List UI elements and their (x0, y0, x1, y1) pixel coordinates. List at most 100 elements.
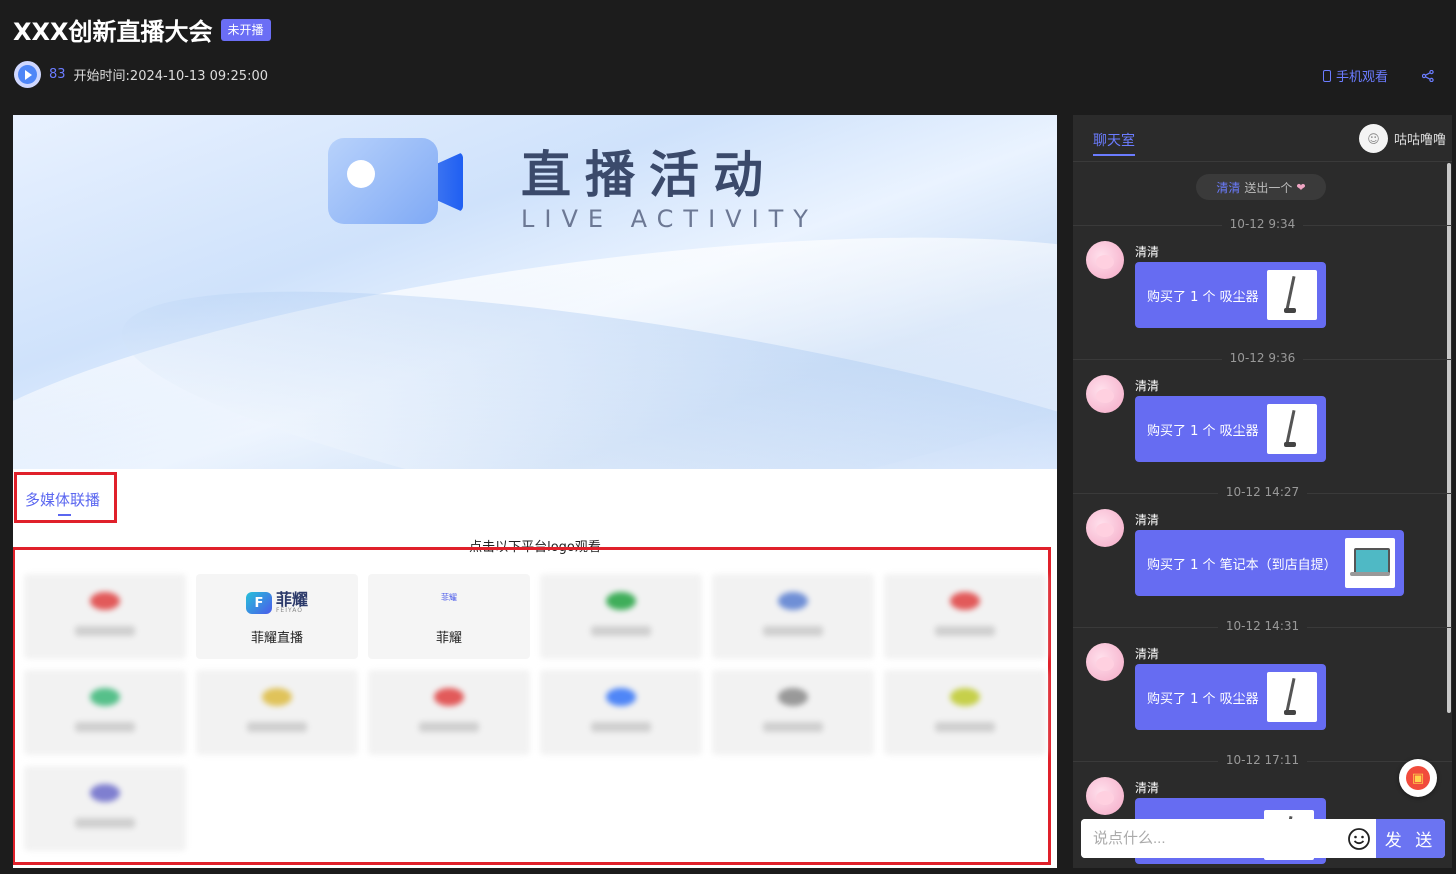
share-icon[interactable] (1422, 69, 1434, 82)
gift-icon: ▣ (1406, 766, 1430, 790)
platform-logo-icon (606, 592, 636, 610)
message-time-text: 10-12 9:34 (1221, 217, 1304, 231)
meta-row: 83 开始时间:2024-10-13 09:25:00 (14, 61, 268, 88)
tab-multimedia[interactable]: 多媒体联播 (14, 472, 117, 523)
platform-logo-icon (262, 688, 292, 706)
purchase-text: 购买了 1 个 吸尘器 (1147, 691, 1259, 707)
platform-logo-text: 菲耀 (441, 593, 457, 602)
chat-input[interactable] (1081, 819, 1342, 858)
mobile-watch-button[interactable]: 手机观看 (1322, 66, 1388, 85)
message-time-text: 10-12 17:11 (1217, 753, 1308, 767)
message-time-text: 10-12 9:36 (1221, 351, 1304, 365)
product-image[interactable] (1266, 404, 1317, 454)
platform-logo-icon (606, 688, 636, 706)
platform-name-placeholder (591, 722, 651, 732)
platform-tile[interactable] (540, 574, 702, 659)
message-time: 10-12 14:31 (1073, 619, 1452, 633)
platform-logo-icon (778, 688, 808, 706)
tab-chatroom[interactable]: 聊天室 (1093, 130, 1135, 150)
mobile-watch-label: 手机观看 (1335, 70, 1388, 85)
platform-name-placeholder (75, 626, 135, 636)
message-sender: 清清 (1135, 781, 1160, 795)
platform-logo-icon (950, 688, 980, 706)
platform-tile[interactable] (24, 766, 186, 851)
platform-tile[interactable] (24, 574, 186, 659)
platform-grid: F 菲耀 FEIYAO 菲耀直播 菲耀 菲耀 (13, 547, 1051, 865)
platform-name-placeholder (591, 626, 651, 636)
platform-name-placeholder (75, 818, 135, 828)
platform-tile[interactable] (884, 670, 1046, 755)
product-image[interactable] (1344, 538, 1395, 588)
gift-sender: 清清 (1216, 180, 1241, 195)
platform-logo-icon: 菲耀 (368, 592, 530, 603)
platform-tile[interactable] (24, 670, 186, 755)
live-banner: 直播活动 LIVE ACTIVITY (13, 115, 1057, 469)
tab-underline (58, 514, 71, 516)
platform-name-placeholder (419, 722, 479, 732)
video-camera-icon (328, 138, 465, 226)
platform-name-placeholder (935, 722, 995, 732)
viewer-count: 83 (49, 67, 66, 82)
divider (1073, 161, 1452, 162)
platform-logo-icon (950, 592, 980, 610)
platform-name-placeholder (935, 626, 995, 636)
avatar: ☺ (1358, 124, 1388, 153)
message-time: 10-12 9:36 (1073, 351, 1452, 365)
start-time: 开始时间:2024-10-13 09:25:00 (73, 69, 268, 84)
avatar[interactable] (1086, 241, 1124, 279)
gift-notice: 清清 送出一个 ❤ (1196, 174, 1326, 200)
platform-tile[interactable] (540, 670, 702, 755)
current-user[interactable]: ☺ 咕咕噜噜 (1358, 124, 1446, 153)
avatar[interactable] (1086, 375, 1124, 413)
platform-name-placeholder (247, 722, 307, 732)
avatar[interactable] (1086, 509, 1124, 547)
message-sender: 清清 (1135, 513, 1160, 527)
platform-logo-icon (90, 784, 120, 802)
chat-panel: 聊天室 ☺ 咕咕噜噜 清清 送出一个 ❤ 10-12 9:34 清清 购买了 1 个… (1073, 115, 1452, 868)
banner-subtitle: LIVE ACTIVITY (521, 205, 818, 233)
chat-input-bar: 发 送 (1081, 819, 1445, 858)
platform-tile[interactable] (712, 574, 874, 659)
platform-name-placeholder (75, 722, 135, 732)
header-actions: 手机观看 (1322, 66, 1434, 85)
platform-name-placeholder (763, 722, 823, 732)
main-panel: 直播活动 LIVE ACTIVITY 多媒体联播 点击以下平台logo观看 F菲… (13, 115, 1057, 868)
platform-logo-icon (90, 592, 120, 610)
tab-multimedia-label: 多媒体联播 (25, 491, 101, 509)
purchase-message[interactable]: 购买了 1 个 吸尘器 (1135, 396, 1326, 462)
platform-tile[interactable] (884, 574, 1046, 659)
gift-button[interactable]: ▣ (1399, 759, 1437, 797)
message-time: 10-12 9:34 (1073, 217, 1452, 231)
avatar[interactable] (1086, 777, 1124, 815)
message-sender: 清清 (1135, 245, 1160, 259)
emoji-icon[interactable] (1342, 819, 1376, 858)
platform-name: 菲耀直播 (250, 631, 303, 646)
message-time: 10-12 17:11 (1073, 753, 1452, 767)
platform-tile[interactable]: F 菲耀 FEIYAO 菲耀直播 (196, 574, 358, 659)
message-time-text: 10-12 14:27 (1217, 485, 1308, 499)
platform-logo-icon (90, 688, 120, 706)
product-image[interactable] (1266, 672, 1317, 722)
platform-tile[interactable] (712, 670, 874, 755)
message-time: 10-12 14:27 (1073, 485, 1452, 499)
purchase-message[interactable]: 购买了 1 个 笔记本（到店自提） (1135, 530, 1404, 596)
send-button[interactable]: 发 送 (1376, 819, 1445, 858)
username: 咕咕噜噜 (1393, 133, 1446, 148)
purchase-text: 购买了 1 个 吸尘器 (1147, 423, 1259, 439)
product-image[interactable] (1266, 270, 1317, 320)
platform-tile[interactable]: 菲耀 菲耀 (368, 574, 530, 659)
play-icon[interactable] (14, 61, 41, 88)
platform-tile[interactable] (196, 670, 358, 755)
platform-tile[interactable] (368, 670, 530, 755)
banner-title: 直播活动 (521, 146, 777, 204)
title-row: XXX创新直播大会 未开播 (13, 12, 271, 47)
purchase-message[interactable]: 购买了 1 个 吸尘器 (1135, 664, 1326, 730)
heart-icon: ❤ (1296, 180, 1306, 194)
message-sender: 清清 (1135, 647, 1160, 661)
avatar[interactable] (1086, 643, 1124, 681)
message-sender: 清清 (1135, 379, 1160, 393)
platform-name-placeholder (763, 626, 823, 636)
purchase-message[interactable]: 购买了 1 个 吸尘器 (1135, 262, 1326, 328)
phone-icon (1322, 69, 1331, 82)
purchase-text: 购买了 1 个 笔记本（到店自提） (1147, 557, 1337, 573)
